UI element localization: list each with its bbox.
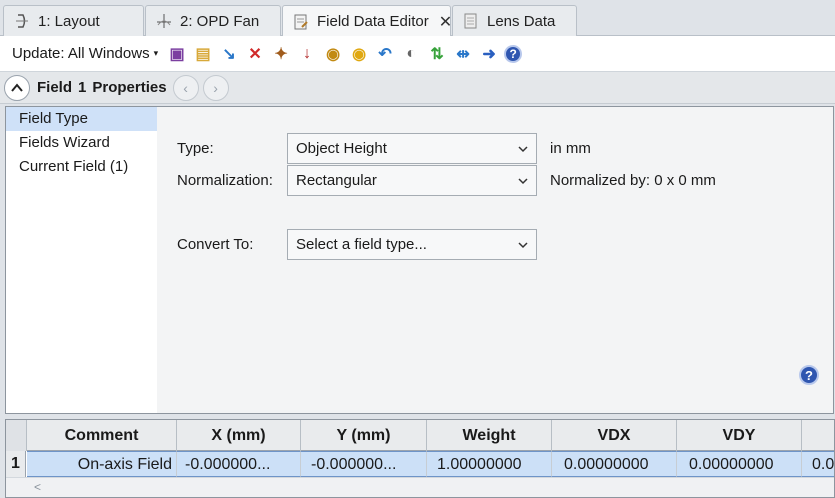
normalization-note: Normalized by: 0 x 0 mm [550, 172, 716, 189]
update-dropdown[interactable]: Update: All Windows ▾ [12, 45, 158, 62]
properties-header: Field 1 Properties ‹ › [0, 72, 835, 104]
horizontal-scrollbar[interactable]: < [6, 477, 834, 497]
collapse-button[interactable] [4, 74, 30, 101]
tab-label: 1: Layout [38, 12, 100, 30]
chevron-down-icon: ▾ [153, 48, 159, 58]
scroll-left-icon[interactable]: < [34, 480, 41, 494]
properties-panel: Field Type Fields Wizard Current Field (… [5, 106, 834, 414]
tab-label: Lens Data [487, 12, 556, 30]
toggle-icon[interactable]: ◐ [400, 43, 422, 65]
tab-layout[interactable]: 1: Layout [3, 5, 144, 36]
corner-cell [6, 420, 27, 451]
field-number: 1 [78, 79, 87, 96]
column-header-y[interactable]: Y (mm) [301, 420, 427, 451]
type-label: Type: [177, 140, 214, 157]
cell-vdx[interactable]: 0.00000000 [552, 451, 677, 477]
next-field-button[interactable]: › [202, 74, 229, 101]
type-unit: in mm [550, 140, 591, 157]
folder-icon[interactable]: ▤ [192, 43, 214, 65]
vignette-icon[interactable]: ◉ [322, 43, 344, 65]
sidebar-item-field-type[interactable]: Field Type [6, 107, 157, 131]
type-value: Object Height [296, 140, 387, 157]
chevron-down-icon [518, 142, 528, 156]
cell-comment[interactable]: On-axis Field [27, 451, 177, 477]
undo-icon[interactable]: ↶ [374, 43, 396, 65]
opd-fan-icon [156, 13, 172, 29]
previous-field-button[interactable]: ‹ [172, 74, 199, 101]
normalization-value: Rectangular [296, 172, 377, 189]
chevron-down-icon [518, 238, 528, 252]
lens-data-icon [463, 13, 479, 29]
save-icon[interactable]: ▣ [166, 43, 188, 65]
convert-value: Select a field type... [296, 236, 427, 253]
tab-field-data-editor[interactable]: Field Data Editor ✕ [282, 5, 452, 37]
close-icon[interactable]: ✕ [439, 12, 452, 32]
layout-icon [14, 13, 30, 29]
swap-icon[interactable]: ⇅ [426, 43, 448, 65]
row-number[interactable]: 1 [6, 451, 26, 477]
chevron-down-icon [518, 174, 528, 188]
help-icon[interactable]: ? [504, 44, 523, 63]
normalization-label: Normalization: [177, 172, 273, 189]
chevron-left-icon: ‹ [183, 79, 188, 96]
type-select[interactable]: Object Height [287, 133, 537, 164]
field-type-form: Type: Object Height in mm Normalization:… [157, 107, 833, 413]
column-header-vdy[interactable]: VDY [677, 420, 802, 451]
convert-label: Convert To: [177, 236, 254, 253]
sidebar-item-fields-wizard[interactable]: Fields Wizard [6, 131, 157, 155]
column-header-comment[interactable]: Comment [27, 420, 177, 451]
tab-label: Field Data Editor [317, 13, 429, 30]
document-tab-bar: 1: Layout 2: OPD Fan Field Data Editor ✕… [0, 0, 835, 37]
cell-x[interactable]: -0.000000... [177, 451, 301, 477]
convert-row: Convert To: Select a field type... [177, 229, 537, 260]
collapse-icon[interactable]: ⇹ [452, 43, 474, 65]
cell-vdy[interactable]: 0.00000000 [677, 451, 802, 477]
table-row[interactable]: 1 On-axis Field -0.000000... -0.000000..… [6, 451, 834, 477]
editor-toolbar: Update: All Windows ▾ ▣ ▤ ↘ ✕ ✦ ↓ ◉ ◉ ↶ ◐ ⇅ ⇹ ➜? [0, 36, 835, 72]
type-row: Type: Object Height in mm [177, 133, 591, 164]
help-icon[interactable]: ? [799, 365, 819, 385]
column-header-more[interactable] [802, 420, 834, 451]
column-header-weight[interactable]: Weight [427, 420, 552, 451]
sort-icon[interactable]: ↓ [296, 43, 318, 65]
delete-icon[interactable]: ✕ [244, 43, 266, 65]
vignette-clear-icon[interactable]: ◉ [348, 43, 370, 65]
editor-icon [293, 14, 309, 30]
tab-lens-data[interactable]: Lens Data [452, 5, 577, 36]
field-data-grid: Comment X (mm) Y (mm) Weight VDX VDY 1 O… [5, 419, 835, 498]
normalization-row: Normalization: Rectangular Normalized by… [177, 165, 716, 196]
wizard-icon[interactable]: ✦ [270, 43, 292, 65]
next-icon[interactable]: ➜ [478, 43, 500, 65]
grid-header: Comment X (mm) Y (mm) Weight VDX VDY [6, 420, 834, 451]
properties-title: Field [37, 79, 73, 96]
chevron-up-icon [11, 80, 23, 96]
tab-label: 2: OPD Fan [180, 12, 260, 30]
convert-select[interactable]: Select a field type... [287, 229, 537, 260]
sidebar-item-current-field[interactable]: Current Field (1) [6, 155, 157, 179]
insert-icon[interactable]: ↘ [218, 43, 240, 65]
properties-sidebar: Field Type Fields Wizard Current Field (… [6, 107, 157, 413]
update-label: Update: All Windows [12, 45, 150, 62]
toolbar-icons: ▣ ▤ ↘ ✕ ✦ ↓ ◉ ◉ ↶ ◐ ⇅ ⇹ ➜? [166, 43, 523, 65]
cell-weight[interactable]: 1.00000000 [427, 451, 552, 477]
cell-y[interactable]: -0.000000... [301, 451, 427, 477]
normalization-select[interactable]: Rectangular [287, 165, 537, 196]
properties-suffix: Properties [92, 79, 167, 96]
column-header-x[interactable]: X (mm) [177, 420, 301, 451]
tab-opd-fan[interactable]: 2: OPD Fan [145, 5, 281, 36]
cell-more[interactable]: 0.00 [802, 451, 834, 477]
chevron-right-icon: › [213, 79, 218, 96]
column-header-vdx[interactable]: VDX [552, 420, 677, 451]
